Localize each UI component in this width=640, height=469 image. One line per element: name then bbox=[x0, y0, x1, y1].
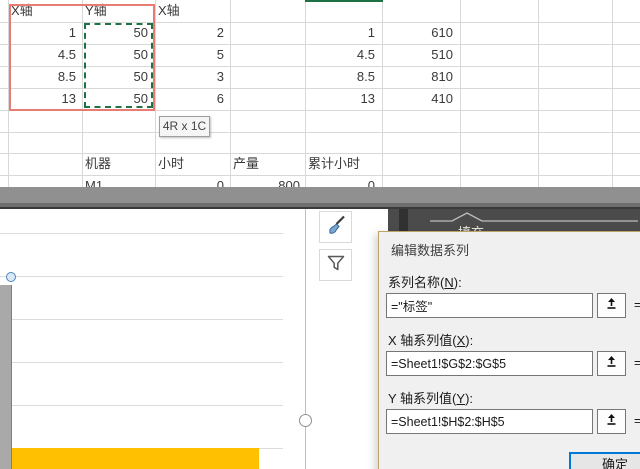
chart-gridline bbox=[0, 362, 283, 363]
gridline bbox=[460, 0, 461, 187]
format-pane-header: 填充 bbox=[388, 209, 640, 234]
cell[interactable]: 510 bbox=[382, 44, 456, 66]
chart-resize-handle[interactable] bbox=[299, 414, 312, 427]
cell[interactable]: 1 bbox=[305, 22, 378, 44]
chart-gridline bbox=[0, 233, 283, 234]
ok-button[interactable]: 确定 bbox=[569, 452, 640, 469]
chart-filters-button[interactable] bbox=[319, 249, 352, 281]
cell[interactable]: 2 bbox=[155, 22, 227, 44]
cell[interactable]: 8.5 bbox=[305, 66, 378, 88]
cell-machine-header[interactable]: 机器 bbox=[85, 153, 111, 175]
brush-icon bbox=[325, 214, 347, 241]
window-left-edge bbox=[0, 285, 12, 469]
chart-gridline bbox=[0, 405, 283, 406]
collapse-dialog-button[interactable] bbox=[597, 409, 626, 434]
cell[interactable]: 800 bbox=[230, 175, 303, 187]
y-values-label: Y 轴系列值(Y): bbox=[388, 391, 474, 406]
selected-column-border bbox=[305, 0, 383, 2]
cell[interactable]: 3 bbox=[155, 66, 227, 88]
dialog-title: 编辑数据系列 bbox=[391, 243, 470, 258]
cell[interactable]: 13 bbox=[305, 88, 378, 110]
chart-right-border bbox=[305, 209, 306, 469]
gridline bbox=[538, 0, 539, 187]
funnel-icon bbox=[325, 252, 347, 279]
cell[interactable]: 410 bbox=[382, 88, 456, 110]
cell[interactable]: 0 bbox=[305, 175, 378, 187]
chart-gridline bbox=[0, 276, 283, 277]
window-divider bbox=[0, 187, 640, 203]
cell-header-x2[interactable]: X轴 bbox=[158, 0, 180, 22]
excel-screenshot: X轴 Y轴 X轴 1 4.5 8.5 13 50 50 50 50 2 5 3 … bbox=[0, 0, 640, 469]
edit-data-series-dialog: 编辑数据系列 系列名称(N): = X 轴系列值(X): bbox=[378, 231, 640, 469]
y-values-preview: = bbox=[634, 414, 640, 428]
cell[interactable]: M1 bbox=[85, 175, 103, 187]
collapse-dialog-button[interactable] bbox=[597, 293, 626, 318]
cell-output-header[interactable]: 产量 bbox=[233, 153, 259, 175]
cell[interactable]: 810 bbox=[382, 66, 456, 88]
gridline bbox=[612, 0, 613, 187]
series-name-label: 系列名称(N): bbox=[388, 275, 462, 290]
x-values-label: X 轴系列值(X): bbox=[388, 333, 474, 348]
cell[interactable]: 5 bbox=[155, 44, 227, 66]
chart-gridline bbox=[0, 319, 283, 320]
cell[interactable]: 6 bbox=[155, 88, 227, 110]
cell-cumhours-header[interactable]: 累计小时 bbox=[308, 153, 360, 175]
x-values-preview: = bbox=[634, 356, 640, 370]
collapse-dialog-icon bbox=[605, 354, 618, 373]
chart-styles-button[interactable] bbox=[319, 211, 352, 243]
selection-size-tooltip: 4R x 1C bbox=[159, 116, 210, 137]
gridline bbox=[230, 0, 231, 187]
cell[interactable]: 4.5 bbox=[305, 44, 378, 66]
worksheet-grid: X轴 Y轴 X轴 1 4.5 8.5 13 50 50 50 50 2 5 3 … bbox=[0, 0, 640, 187]
chart-series-bar[interactable] bbox=[12, 448, 259, 469]
collapse-dialog-button[interactable] bbox=[597, 351, 626, 376]
cell-hours-header[interactable]: 小时 bbox=[158, 153, 184, 175]
y-values-input[interactable] bbox=[386, 409, 593, 434]
cell[interactable]: 610 bbox=[382, 22, 456, 44]
plot-area-selection-handle[interactable] bbox=[6, 272, 16, 282]
cell[interactable]: 0 bbox=[155, 175, 227, 187]
series-name-input[interactable] bbox=[386, 293, 593, 318]
x-values-input[interactable] bbox=[386, 351, 593, 376]
collapse-dialog-icon bbox=[605, 296, 618, 315]
series-name-preview: = bbox=[634, 298, 640, 312]
gridline bbox=[0, 132, 640, 133]
selection-marquee bbox=[84, 23, 153, 108]
collapse-dialog-icon bbox=[605, 412, 618, 431]
